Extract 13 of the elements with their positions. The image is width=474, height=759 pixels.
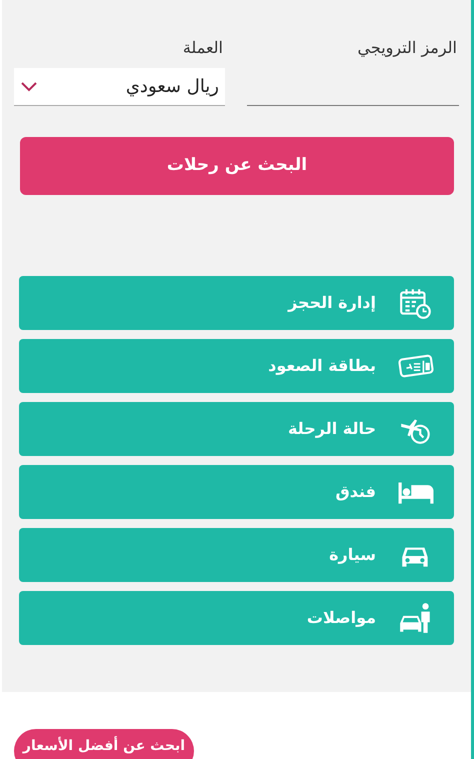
currency-label: العملة [182,37,224,59]
menu-button[interactable]: إدارة الحجز [19,276,454,330]
menu-button[interactable]: حالة الرحلة [19,402,454,456]
promo-code-label: الرمز الترويجي [356,37,458,59]
menu-button[interactable]: مواصلات [19,591,454,645]
best-prices-button[interactable]: ابحث عن أفضل الأسعار [14,729,194,759]
menu-button[interactable]: سيارة [19,528,454,582]
search-flights-button[interactable]: البحث عن رحلات [20,137,454,195]
menu-button[interactable]: فندق [19,465,454,519]
menu-button[interactable]: بطاقة الصعود [19,339,454,393]
calendar-clock-icon [398,287,434,319]
chevron-down-icon [20,80,38,92]
currency-select[interactable]: ريال سعودي [14,68,225,106]
